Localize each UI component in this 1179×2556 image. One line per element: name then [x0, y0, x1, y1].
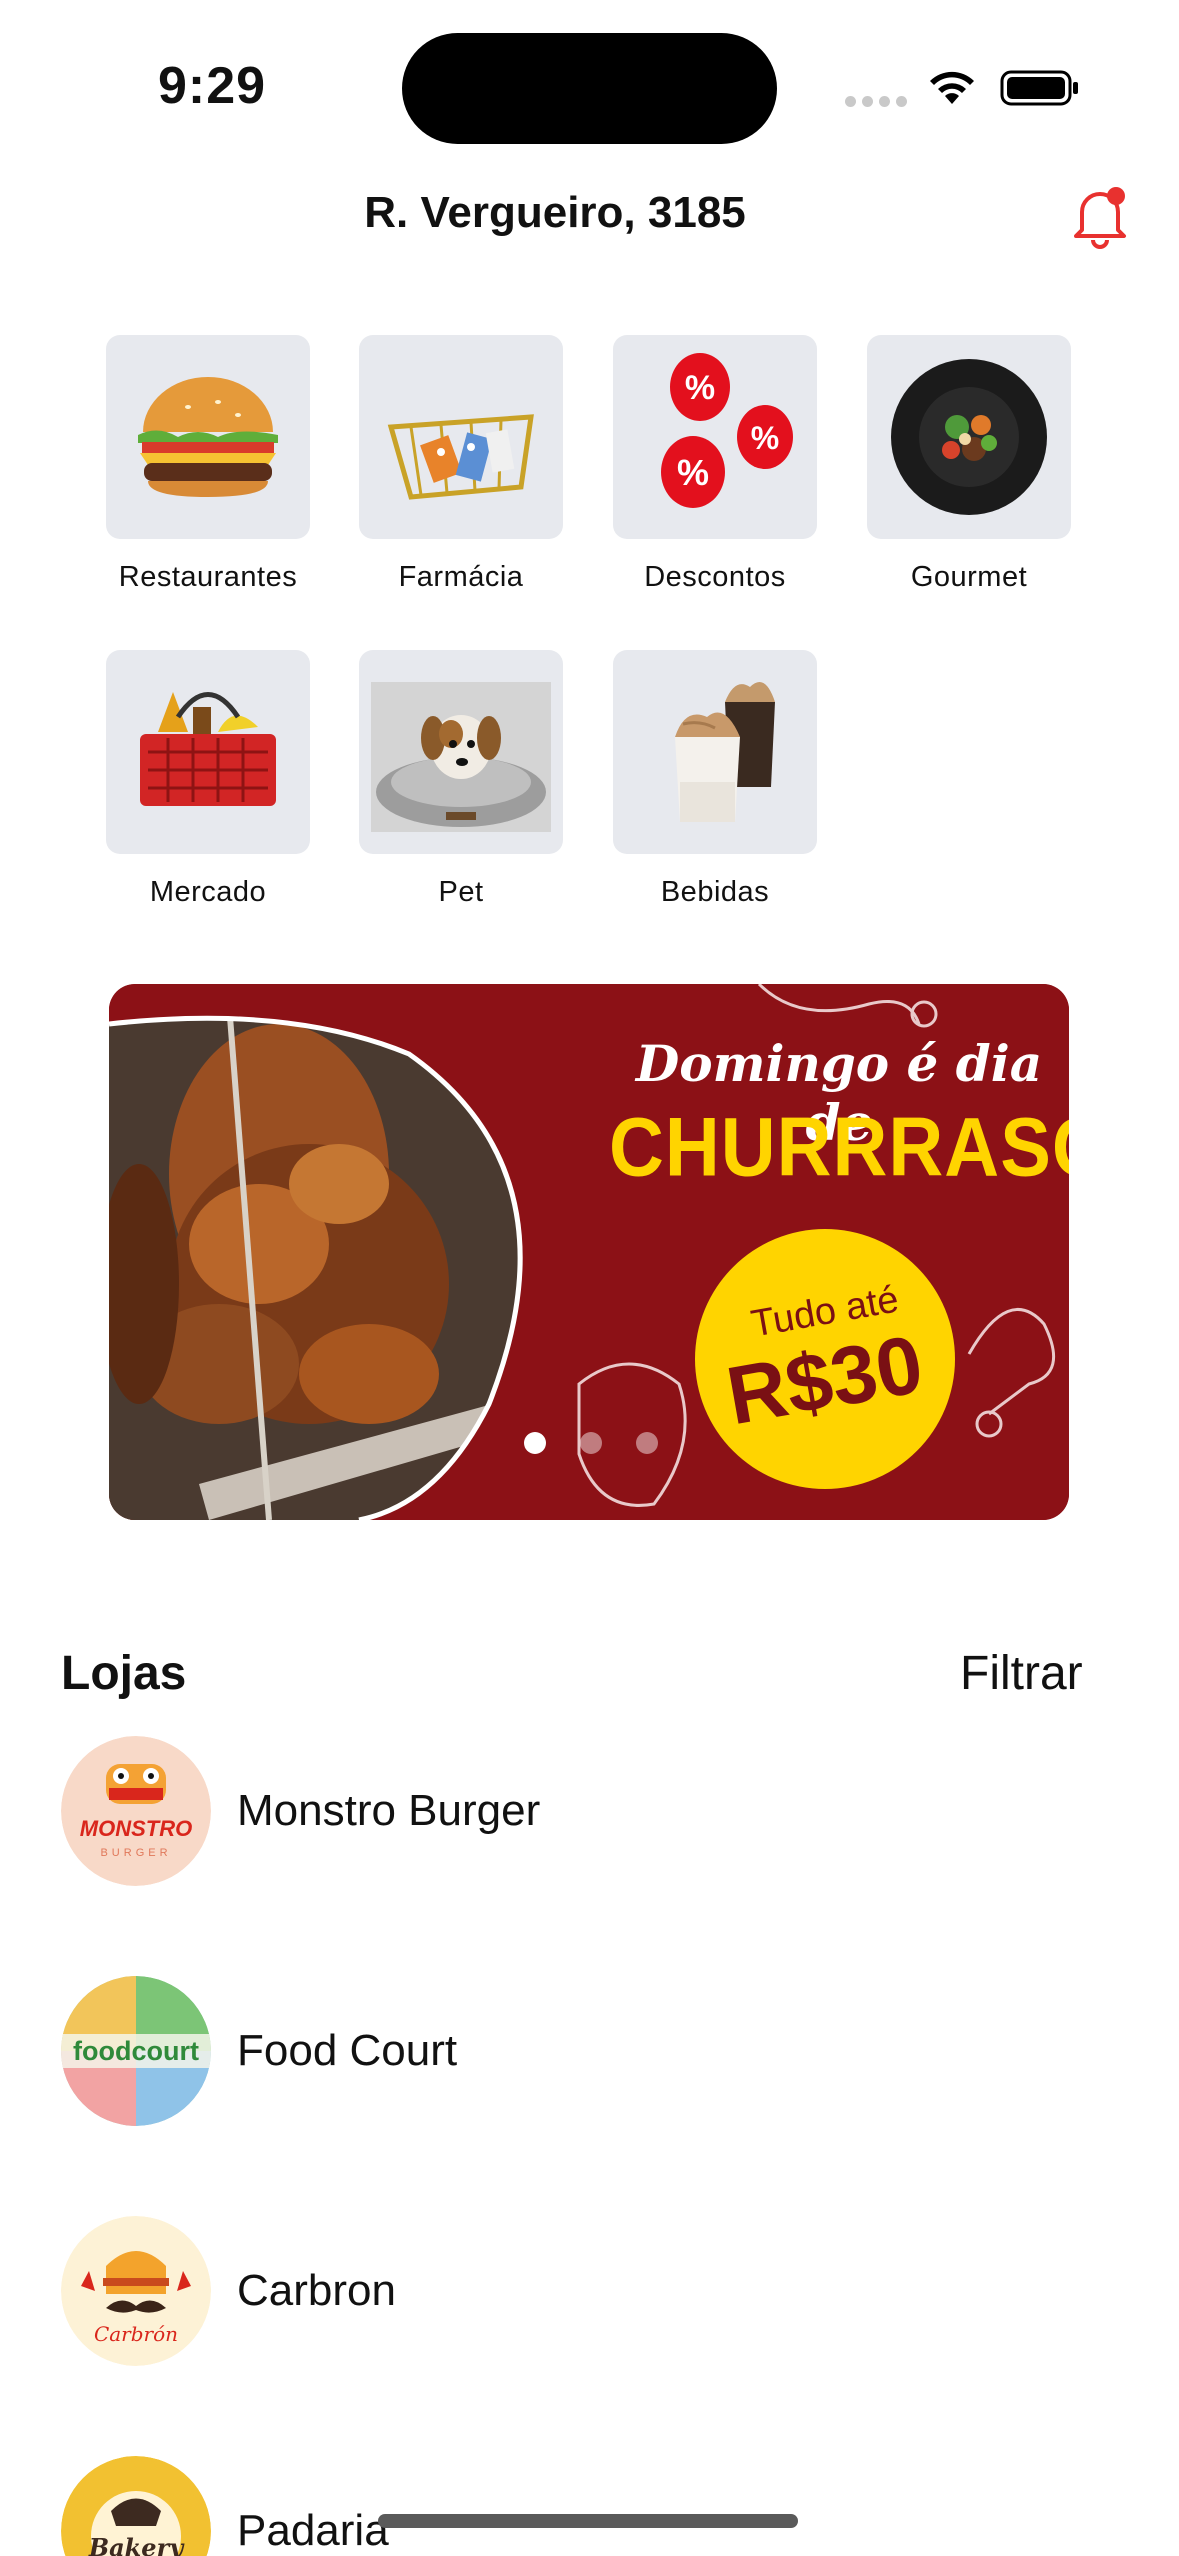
promo-banner-carousel[interactable]: Domingo é dia de CHURRRASCO Tudo até R$3… — [109, 984, 1069, 1520]
store-logo: Bakery — [61, 2456, 211, 2556]
status-time: 9:29 — [158, 57, 267, 115]
svg-text:MONSTRO: MONSTRO — [80, 1816, 192, 1841]
gourmet-plate-icon — [867, 335, 1071, 539]
delivery-address[interactable]: R. Vergueiro, 3185 — [0, 188, 1110, 238]
svg-text:foodcourt: foodcourt — [73, 2036, 199, 2066]
store-name: Padaria — [237, 2506, 389, 2555]
svg-text:%: % — [751, 420, 779, 456]
filter-button[interactable]: Filtrar — [960, 1646, 1083, 1701]
category-label: Restaurantes — [118, 561, 298, 593]
status-bar: 9:29 — [0, 0, 1179, 150]
pharmacy-basket-icon — [359, 335, 563, 539]
category-gourmet[interactable]: Gourmet — [864, 335, 1074, 594]
store-name: Carbron — [237, 2266, 396, 2315]
store-item-padaria[interactable]: Bakery Padaria — [61, 2456, 1121, 2556]
svg-text:Carbrón: Carbrón — [94, 2322, 178, 2346]
discount-balloons-icon: % % % — [613, 335, 817, 539]
store-name: Monstro Burger — [237, 1786, 541, 1835]
notification-bell-icon[interactable] — [1068, 180, 1132, 250]
svg-text:Bakery: Bakery — [88, 2533, 185, 2556]
svg-text:%: % — [677, 452, 709, 493]
carousel-dot-3[interactable] — [636, 1432, 658, 1454]
svg-text:BURGER: BURGER — [100, 1847, 171, 1859]
carousel-pagination[interactable] — [524, 1432, 658, 1454]
cellular-signal-icon — [845, 96, 907, 107]
category-label: Farmácia — [398, 561, 524, 593]
wifi-icon — [930, 71, 974, 104]
store-item-carbron[interactable]: Carbrón Carbron — [61, 2216, 1121, 2366]
category-label: Descontos — [644, 561, 786, 593]
store-name: Food Court — [237, 2026, 458, 2075]
dog-bed-icon — [359, 650, 563, 854]
category-label: Mercado — [149, 876, 267, 908]
grocery-basket-icon — [106, 650, 310, 854]
price-badge: Tudo até R$30 — [695, 1229, 955, 1489]
category-label: Gourmet — [910, 561, 1028, 593]
stores-section-title: Lojas — [61, 1647, 187, 1700]
category-pet[interactable]: Pet — [356, 650, 566, 909]
dynamic-island — [402, 33, 777, 144]
store-item-food-court[interactable]: foodcourt Food Court — [61, 1976, 1121, 2126]
banner-title: CHURRRASCO — [609, 1100, 1069, 1195]
store-logo: MONSTRO BURGER — [61, 1736, 211, 1886]
category-mercado[interactable]: Mercado — [103, 650, 313, 909]
category-restaurantes[interactable]: Restaurantes — [103, 335, 313, 594]
coffee-cups-icon — [613, 650, 817, 854]
category-label: Bebidas — [660, 876, 770, 908]
carousel-dot-2[interactable] — [580, 1432, 602, 1454]
category-label: Pet — [438, 876, 484, 908]
category-bebidas[interactable]: Bebidas — [610, 650, 820, 909]
store-logo: foodcourt — [61, 1976, 211, 2126]
carousel-dot-1[interactable] — [524, 1432, 546, 1454]
battery-icon — [1000, 70, 1078, 106]
store-item-monstro-burger[interactable]: MONSTRO BURGER Monstro Burger — [61, 1736, 1121, 1886]
store-logo: Carbrón — [61, 2216, 211, 2366]
burger-icon — [106, 335, 310, 539]
category-descontos[interactable]: % % % Descontos — [610, 335, 820, 594]
home-indicator[interactable] — [378, 2514, 798, 2528]
svg-text:%: % — [685, 369, 715, 407]
category-farmacia[interactable]: Farmácia — [356, 335, 566, 594]
